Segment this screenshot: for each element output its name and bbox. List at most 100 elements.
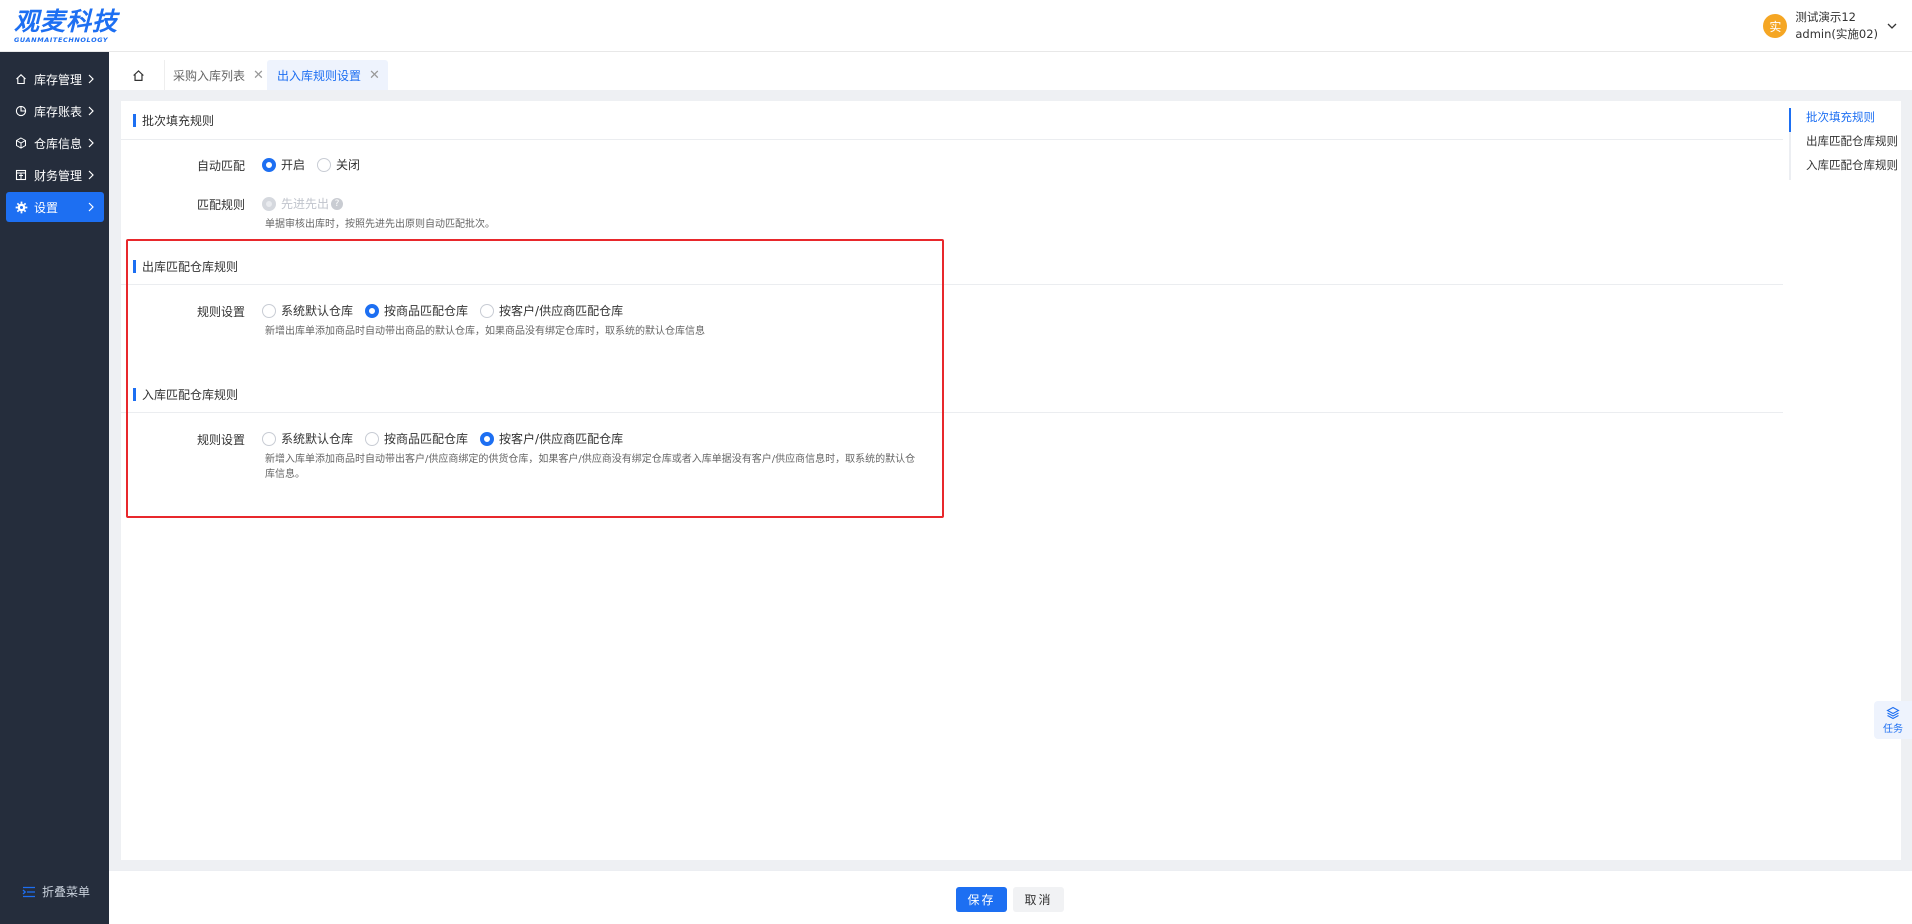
outbound-by-product-radio[interactable]: 按商品匹配仓库 [365, 302, 468, 319]
radio-dot [365, 431, 380, 446]
auto-match-label: 自动匹配 [196, 159, 245, 173]
radio-label: 按客户/供应商匹配仓库 [499, 432, 624, 446]
radio-dot [262, 431, 276, 446]
outbound-system-default-radio[interactable]: 系统默认仓库 [262, 302, 353, 319]
logo-chinese: 观麦科技 [14, 7, 119, 36]
save-button[interactable]: 保存 [956, 887, 1007, 912]
radio-dot [262, 157, 276, 172]
brand-logo[interactable]: 观麦科技 GUANMAITECHNOLOGY [14, 8, 124, 46]
anchor-item-inbound[interactable]: 入库匹配仓库规则 [1789, 156, 1899, 180]
inbound-hint-line: 库信息。 [265, 469, 305, 480]
inbound-rule-radio-group: 系统默认仓库 按商品匹配仓库 按客户/供应商匹配仓库 [262, 430, 635, 447]
sidebar-item-label: 设置 [34, 200, 59, 215]
user-name: 测试演示12 [1795, 10, 1856, 24]
tab-purchase-inbound-list[interactable]: 采购入库列表 ✕ [164, 60, 274, 90]
chevron-right-icon [88, 74, 94, 84]
top-header: 观麦科技 GUANMAITECHNOLOGY 实 测试演示12 admin(实施… [0, 0, 1912, 52]
section-title-outbound: 出库匹配仓库规则 [133, 258, 238, 274]
radio-dot [262, 303, 276, 318]
outbound-by-customer-radio[interactable]: 按客户/供应商匹配仓库 [480, 302, 623, 319]
close-icon[interactable]: ✕ [369, 68, 380, 83]
user-menu[interactable]: 实 测试演示12 admin(实施02) [1763, 8, 1898, 44]
tab-bar: 采购入库列表 ✕ 出入库规则设置 ✕ [109, 52, 1912, 90]
match-rule-radio-group: 先进先出 ? [262, 195, 355, 212]
inbound-hint-line: 新增入库单添加商品时自动带出客户/供应商绑定的供货仓库，如果客户/供应商没有绑定… [265, 454, 916, 465]
sidebar: 库存管理 库存账表 仓库信息 财务管理 设置 折叠菜单 [0, 52, 109, 924]
radio-label: 系统默认仓库 [281, 304, 354, 318]
chevron-right-icon [88, 202, 94, 212]
radio-dot [480, 303, 495, 318]
section-marker [133, 259, 136, 273]
layers-icon [1886, 706, 1900, 719]
section-title-text: 出库匹配仓库规则 [142, 259, 239, 274]
ledger-icon [14, 168, 28, 182]
outbound-rule-label: 规则设置 [196, 305, 245, 319]
radio-label: 先进先出 [281, 197, 330, 211]
inbound-rule-label: 规则设置 [196, 433, 245, 447]
inbound-system-default-radio[interactable]: 系统默认仓库 [262, 430, 353, 447]
match-rule-label: 匹配规则 [196, 198, 245, 212]
sidebar-item-ledger[interactable]: 库存账表 [6, 96, 104, 126]
section-divider [121, 284, 1783, 285]
anchor-item-outbound[interactable]: 出库匹配仓库规则 [1789, 132, 1899, 156]
radio-label: 开启 [281, 158, 306, 172]
cube-icon [14, 136, 28, 150]
avatar: 实 [1763, 14, 1788, 38]
section-divider [121, 412, 1783, 413]
inbound-by-product-radio[interactable]: 按商品匹配仓库 [365, 430, 468, 447]
tab-home[interactable] [123, 60, 153, 90]
tab-label: 出入库规则设置 [277, 68, 362, 83]
inbound-by-customer-radio[interactable]: 按客户/供应商匹配仓库 [480, 430, 623, 447]
sidebar-item-label: 财务管理 [34, 168, 83, 183]
sidebar-item-finance[interactable]: 财务管理 [6, 160, 104, 190]
collapse-menu-button[interactable]: 折叠菜单 [22, 883, 90, 900]
settings-panel: 批次填充规则 自动匹配 开启 关闭 匹配规则 先进先出 ? 单据审核出库时，按照… [121, 101, 1901, 860]
sidebar-item-inventory[interactable]: 库存管理 [6, 64, 104, 94]
radio-label: 关闭 [336, 158, 361, 172]
logo-english: GUANMAITECHNOLOGY [14, 36, 109, 44]
section-title-inbound: 入库匹配仓库规则 [133, 386, 238, 402]
user-account: admin(实施02) [1795, 27, 1878, 41]
task-label: 任务 [1883, 723, 1903, 735]
task-button[interactable]: 任务 [1874, 701, 1912, 739]
radio-dot [480, 431, 495, 446]
section-divider [121, 139, 1783, 140]
radio-dot [262, 196, 276, 211]
sidebar-item-label: 仓库信息 [34, 136, 83, 151]
auto-match-on-radio[interactable]: 开启 [262, 156, 305, 173]
sidebar-item-settings[interactable]: 设置 [6, 192, 104, 222]
section-title-batch: 批次填充规则 [133, 112, 214, 128]
fifo-radio[interactable]: 先进先出 ? [262, 195, 344, 212]
home-icon [132, 69, 144, 81]
chevron-right-icon [88, 106, 94, 116]
section-title-text: 批次填充规则 [142, 113, 215, 128]
section-marker [133, 113, 136, 127]
chart-icon [14, 104, 28, 118]
menu-fold-icon [22, 886, 35, 897]
collapse-menu-label: 折叠菜单 [42, 885, 91, 899]
chevron-right-icon [88, 138, 94, 148]
help-icon[interactable]: ? [331, 197, 344, 210]
radio-label: 按商品匹配仓库 [384, 432, 469, 446]
footer-bar: 保存 取消 [109, 870, 1912, 924]
radio-dot [317, 157, 332, 172]
anchor-item-batch[interactable]: 批次填充规则 [1789, 108, 1899, 132]
home-icon [14, 72, 28, 86]
auto-match-off-radio[interactable]: 关闭 [317, 156, 360, 173]
chevron-down-icon[interactable] [1886, 20, 1898, 32]
cancel-button[interactable]: 取消 [1013, 887, 1064, 912]
batch-hint: 单据审核出库时，按照先进先出原则自动匹配批次。 [265, 219, 495, 230]
sidebar-item-warehouse[interactable]: 仓库信息 [6, 128, 104, 158]
section-title-text: 入库匹配仓库规则 [142, 387, 239, 402]
close-icon[interactable]: ✕ [253, 68, 264, 83]
tab-label: 采购入库列表 [173, 68, 246, 83]
radio-dot [365, 303, 380, 318]
gear-icon [14, 200, 28, 214]
section-marker [133, 387, 136, 401]
tab-inout-rule-settings[interactable]: 出入库规则设置 ✕ [267, 60, 388, 90]
radio-label: 系统默认仓库 [281, 432, 354, 446]
outbound-hint: 新增出库单添加商品时自动带出商品的默认仓库，如果商品没有绑定仓库时，取系统的默认… [265, 326, 705, 337]
chevron-right-icon [88, 170, 94, 180]
inbound-hint: 新增入库单添加商品时自动带出客户/供应商绑定的供货仓库，如果客户/供应商没有绑定… [265, 452, 925, 482]
user-info: 测试演示12 admin(实施02) [1795, 9, 1878, 43]
